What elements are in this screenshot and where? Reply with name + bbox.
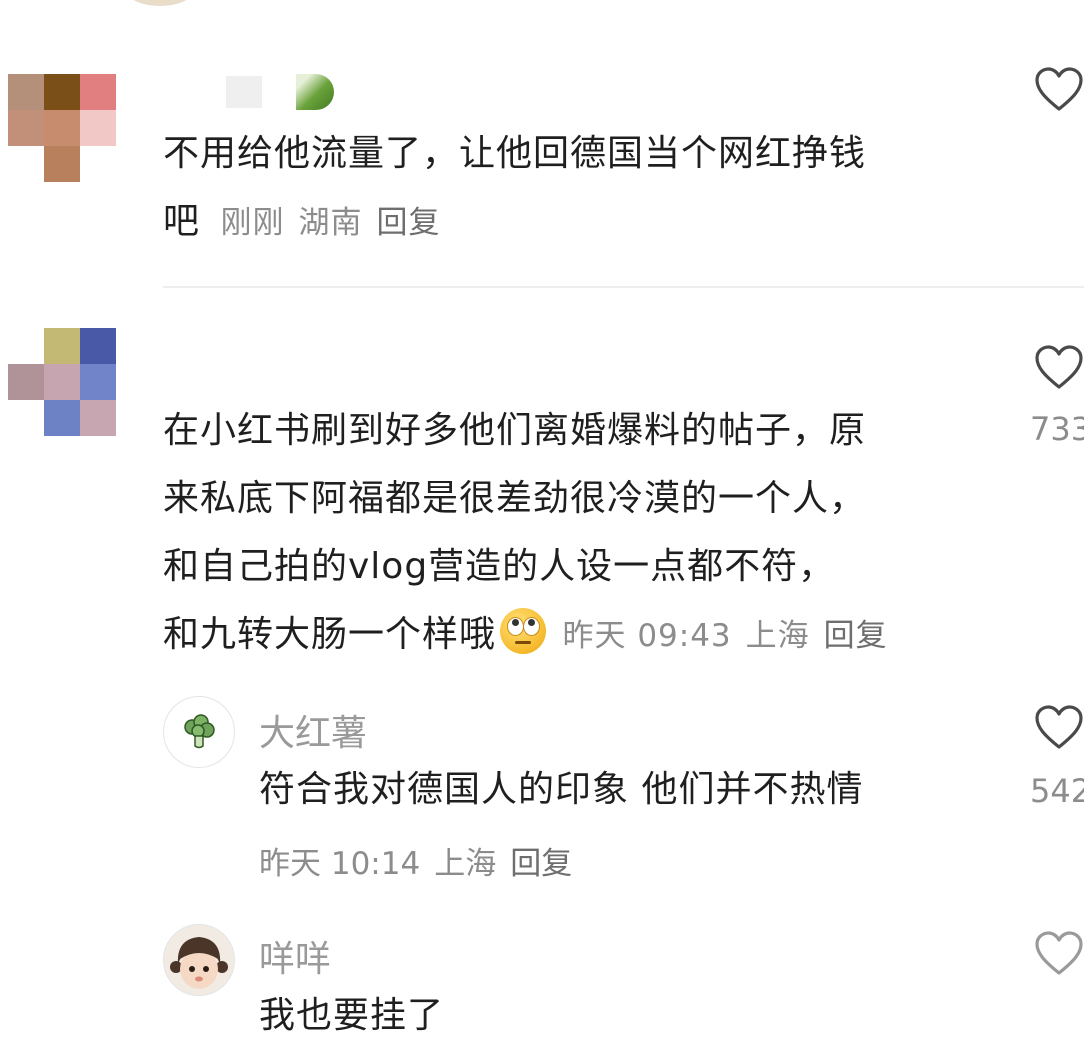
reply-1-like-heart-icon[interactable] (1034, 704, 1084, 750)
reply-1-reply-button[interactable]: 回复 (510, 846, 572, 882)
comment-1-meta: 刚刚 湖南 回复 (220, 205, 454, 241)
comment-1-location: 湖南 (298, 205, 363, 241)
comment-1-text: 不用给他流量了，让他回德国当个网红挣钱 吧 刚刚 湖南 回复 (163, 120, 1003, 257)
comment-1-username-blur (226, 76, 262, 108)
comment-divider (163, 286, 1084, 288)
reply-1-username[interactable]: 大红薯 (259, 704, 367, 756)
comment-2-like-heart-icon[interactable] (1034, 344, 1084, 390)
comment-1-username-blur-2 (296, 74, 334, 110)
comment-2-line-1: 在小红书刷到好多他们离婚爆料的帖子，原 (163, 410, 867, 451)
reply-2-text: 我也要挂了 (259, 995, 445, 1036)
reply-1-like-count: 542 (1030, 772, 1084, 810)
comment-1-like-heart-icon[interactable] (1034, 66, 1084, 112)
broccoli-icon (184, 714, 215, 749)
comment-2-text: 在小红书刷到好多他们离婚爆料的帖子，原 来私底下阿福都是很差劲很冷漠的一个人， … (163, 397, 1023, 670)
reply-2-username[interactable]: 咩咩 (259, 930, 331, 982)
comment-1-reply-button[interactable]: 回复 (376, 205, 440, 241)
reply-1-time: 昨天 10:14 (259, 846, 421, 882)
reply-1-location: 上海 (434, 846, 497, 882)
comment-2-time: 昨天 09:43 (562, 618, 732, 654)
comment-2-location: 上海 (745, 618, 810, 654)
comment-1-line-2-text: 吧 (163, 201, 201, 242)
comment-1-avatar[interactable] (8, 74, 116, 182)
rolling-eyes-emoji-icon (500, 608, 547, 654)
comment-2-line-2: 来私底下阿福都是很差劲很冷漠的一个人， (163, 478, 867, 519)
reply-1-meta: 昨天 10:14 上海 回复 (259, 838, 586, 883)
comment-1-time: 刚刚 (220, 205, 285, 241)
reply-2-like-heart-icon[interactable] (1034, 930, 1084, 976)
comment-2-meta: 昨天 09:43 上海 回复 (562, 618, 901, 654)
reply-1-avatar[interactable] (163, 696, 235, 768)
comment-2-avatar[interactable] (8, 328, 116, 436)
reply-1-text: 符合我对德国人的印象 他们并不热情 (259, 769, 864, 810)
comment-2-line-3: 和自己拍的vlog营造的人设一点都不符， (163, 546, 836, 587)
reply-2-avatar[interactable] (163, 924, 235, 996)
previous-comment-avatar[interactable] (128, 0, 192, 6)
comment-2-like-count: 733 (1030, 410, 1084, 448)
comment-1-line-1: 不用给他流量了，让他回德国当个网红挣钱 (163, 133, 867, 174)
comment-1-line-2: 吧 刚刚 湖南 回复 (163, 188, 1003, 257)
comment-2-line-4: 和九转大肠一个样哦 昨天 09:43 上海 回复 (163, 601, 1023, 670)
child-photo-icon (164, 925, 234, 995)
comment-2-line-4-text: 和九转大肠一个样哦 (163, 614, 497, 655)
comment-2-reply-button[interactable]: 回复 (824, 618, 888, 654)
